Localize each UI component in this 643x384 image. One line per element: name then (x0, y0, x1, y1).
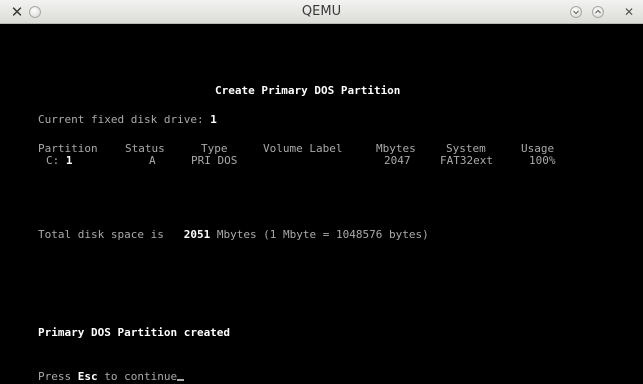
total-space-label: Total disk space is (38, 228, 171, 241)
current-drive-value: 1 (210, 113, 217, 126)
window-title: QEMU (301, 4, 342, 19)
title-bar: ✕ QEMU ✕ (0, 0, 643, 24)
esc-key-label: Esc (77, 370, 98, 383)
row-system: FAT32ext (440, 154, 493, 167)
row-usage: 100% (529, 154, 556, 167)
row-type: PRI DOS (191, 154, 238, 167)
status-message: Primary DOS Partition created (38, 326, 231, 339)
total-space-line: Total disk space is 2051 Mbytes (1 Mbyte… (38, 228, 429, 242)
text-cursor (177, 379, 185, 381)
current-drive-label: Current fixed disk drive: (38, 113, 211, 126)
prompt-suffix: to continue (97, 370, 178, 383)
current-drive-line: Current fixed disk drive: 1 (38, 113, 217, 127)
col-header-status: Status (125, 142, 165, 155)
continue-prompt: Press Esc to continue (38, 370, 185, 384)
total-space-value: 2051 (183, 228, 211, 241)
dos-console[interactable]: Create Primary DOS Partition Current fix… (0, 24, 643, 384)
row-partition-prefix: C: (46, 154, 66, 167)
close-icon[interactable]: ✕ (621, 4, 637, 20)
row-partition-number: 1 (65, 154, 73, 167)
row-partition: C: 1 (46, 154, 73, 168)
row-mbytes: 2047 (384, 154, 411, 167)
minimize-icon[interactable] (570, 6, 582, 18)
qemu-window: ✕ QEMU ✕ Create Primary DOS Partition Cu… (0, 0, 643, 384)
page-heading: Create Primary DOS Partition (215, 84, 401, 97)
col-header-volume-label: Volume Label (263, 142, 343, 155)
total-space-suffix: Mbytes (1 Mbyte = 1048576 bytes) (210, 228, 429, 241)
prompt-prefix: Press (38, 370, 78, 383)
row-status: A (149, 154, 156, 167)
maximize-icon[interactable] (592, 6, 604, 18)
